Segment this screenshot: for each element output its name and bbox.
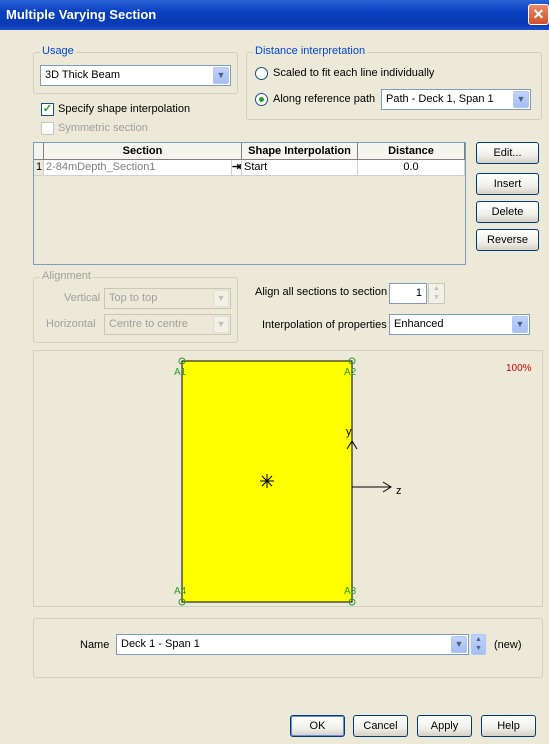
- row-number: 1: [34, 160, 44, 175]
- symmetric-section-checkbox[interactable]: [41, 122, 54, 135]
- name-input[interactable]: Deck 1 - Span 1 ▼: [116, 634, 469, 655]
- edit-button[interactable]: Edit...: [476, 142, 539, 164]
- axis-y-label: y: [346, 426, 352, 438]
- chevron-down-icon[interactable]: ▼: [512, 316, 528, 333]
- horizontal-alignment-select[interactable]: Centre to centre ▼: [104, 314, 231, 335]
- align-section-spinner[interactable]: ▲ ▼: [428, 283, 445, 304]
- usage-select-value: 3D Thick Beam: [45, 69, 120, 81]
- interpolation-properties-select[interactable]: Enhanced ▼: [389, 314, 530, 335]
- usage-select[interactable]: 3D Thick Beam ▼: [40, 65, 231, 86]
- name-input-value: Deck 1 - Span 1: [121, 638, 200, 650]
- usage-group: Usage 3D Thick Beam ▼: [33, 45, 238, 94]
- zoom-level: 100%: [506, 363, 532, 374]
- scaled-radio-label: Scaled to fit each line individually: [273, 67, 435, 79]
- horizontal-label: Horizontal: [46, 318, 96, 330]
- interpolation-properties-value: Enhanced: [394, 318, 444, 330]
- path-select[interactable]: Path - Deck 1, Span 1 ▼: [381, 89, 531, 110]
- row-interpolation-cell[interactable]: Start: [242, 160, 358, 175]
- row-section-cell[interactable]: 2-84mDepth_Section1: [44, 160, 232, 175]
- vertical-label: Vertical: [64, 292, 101, 304]
- window-title: Multiple Varying Section: [6, 7, 157, 22]
- spin-down-icon[interactable]: ▼: [472, 644, 485, 653]
- column-header-shape-interpolation[interactable]: Shape Interpolation: [242, 143, 358, 159]
- chevron-down-icon[interactable]: ▼: [213, 316, 229, 333]
- name-status: (new): [494, 639, 522, 651]
- chevron-down-icon[interactable]: ▼: [213, 290, 229, 307]
- column-header-distance[interactable]: Distance: [358, 143, 465, 159]
- specify-shape-interpolation-checkbox[interactable]: ✓: [41, 103, 54, 116]
- corner-label-a1: A1: [174, 367, 187, 378]
- axis-indicator: [346, 440, 392, 493]
- sections-table: Section Shape Interpolation Distance 1 2…: [33, 142, 466, 265]
- reference-path-radio[interactable]: [255, 93, 268, 106]
- spin-up-icon[interactable]: ▲: [429, 284, 444, 293]
- symmetric-section-label: Symmetric section: [58, 122, 148, 134]
- delete-button[interactable]: Delete: [476, 201, 539, 223]
- specify-shape-interpolation-label: Specify shape interpolation: [58, 103, 191, 115]
- table-row[interactable]: 1 2-84mDepth_Section1 ⇥ Start 0.0: [34, 160, 465, 176]
- align-section-input[interactable]: 1: [389, 283, 427, 304]
- align-section-value: 1: [415, 287, 422, 299]
- corner-label-a4: A4: [174, 586, 187, 597]
- name-label: Name: [80, 639, 110, 651]
- name-spinner[interactable]: ▲ ▼: [471, 634, 486, 655]
- align-all-label: Align all sections to section: [255, 286, 388, 298]
- section-picker-icon[interactable]: ⇥: [232, 160, 242, 175]
- axis-z-label: z: [396, 485, 402, 497]
- path-select-value: Path - Deck 1, Span 1: [386, 93, 494, 105]
- row-number-header: [34, 143, 44, 159]
- corner-label-a2: A2: [344, 367, 357, 378]
- title-bar: Multiple Varying Section ✕: [0, 0, 549, 30]
- distance-interpretation-group: Distance interpretation Scaled to fit ea…: [246, 45, 542, 120]
- chevron-down-icon[interactable]: ▼: [513, 91, 529, 108]
- scaled-radio[interactable]: [255, 67, 268, 80]
- name-group: Name Deck 1 - Span 1 ▼ ▲ ▼ (new): [33, 618, 543, 678]
- row-distance-cell[interactable]: 0.0: [358, 160, 465, 175]
- cancel-button[interactable]: Cancel: [353, 715, 408, 737]
- reference-path-radio-label: Along reference path: [273, 93, 376, 105]
- spin-up-icon[interactable]: ▲: [472, 635, 485, 644]
- apply-button[interactable]: Apply: [417, 715, 472, 737]
- dialog-window: Multiple Varying Section ✕ Usage 3D Thic…: [0, 0, 549, 744]
- spin-down-icon[interactable]: ▼: [429, 293, 444, 302]
- alignment-group-label: Alignment: [40, 270, 93, 282]
- alignment-group: Alignment Vertical Top to top ▼ Horizont…: [33, 270, 238, 343]
- section-preview-canvas: y z A1 A2 A3 A4 100%: [174, 357, 532, 606]
- centroid-icon: [260, 474, 274, 488]
- insert-button[interactable]: Insert: [476, 173, 539, 195]
- table-header: Section Shape Interpolation Distance: [34, 143, 465, 160]
- interpolation-properties-label: Interpolation of properties: [262, 319, 387, 331]
- vertical-alignment-select[interactable]: Top to top ▼: [104, 288, 231, 309]
- corner-label-a3: A3: [344, 586, 357, 597]
- column-header-section[interactable]: Section: [44, 143, 242, 159]
- close-icon: ✕: [532, 6, 545, 22]
- chevron-down-icon[interactable]: ▼: [451, 636, 467, 653]
- usage-group-label: Usage: [40, 45, 76, 57]
- close-button[interactable]: ✕: [528, 4, 549, 25]
- vertical-alignment-value: Top to top: [109, 292, 158, 304]
- horizontal-alignment-value: Centre to centre: [109, 318, 188, 330]
- help-button[interactable]: Help: [481, 715, 536, 737]
- section-preview: y z A1 A2 A3 A4 100%: [33, 350, 543, 607]
- distance-interpretation-label: Distance interpretation: [253, 45, 368, 57]
- ok-button[interactable]: OK: [290, 715, 345, 737]
- chevron-down-icon[interactable]: ▼: [213, 67, 229, 84]
- reverse-button[interactable]: Reverse: [476, 229, 539, 251]
